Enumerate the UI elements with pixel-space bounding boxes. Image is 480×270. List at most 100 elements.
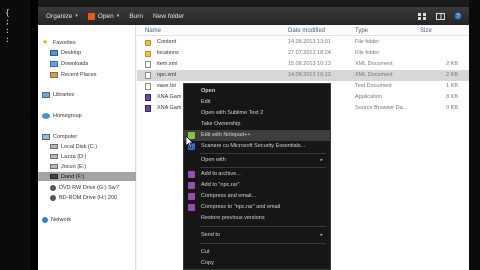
file-name: XNA Gam [157,94,182,100]
file-type: File folder [355,50,380,56]
nav-computer[interactable]: Computer [38,132,136,141]
nav-favorites-label: Favorites [53,39,76,46]
organize-button[interactable]: Organize ▾ [46,13,78,20]
nav-drive-h-label: BD-ROM Drive (H:) 200 [59,194,118,201]
nav-recent-label: Recent Places [61,71,97,78]
file-type: XML Document [355,61,393,67]
nav-recent-places[interactable]: Recent Places [38,70,136,79]
file-type: Text Document [355,83,392,89]
menu-scan[interactable]: Scanare cu Microsoft Security Essentials… [184,141,330,152]
file-row-selected[interactable]: npc.xml 14.08.2013 16:13 XML Document 2 … [137,70,469,81]
nav-drive-c[interactable]: Local Disk (C:) [38,142,136,151]
burn-label: Burn [129,12,144,20]
column-name[interactable]: Name [145,28,161,34]
menu-take-ownership-label: Take Ownership [201,121,241,127]
file-name: Content [157,39,177,45]
file-row[interactable]: locations 27.07.2013 18:24 File folder [137,48,469,59]
nav-drive-f-label: Dand (F:) [61,173,85,180]
menu-take-ownership[interactable]: Take Ownership [184,119,330,130]
recent-places-icon [50,71,58,78]
menu-separator [200,243,326,244]
menu-restore-label: Restore previous versions [201,215,265,221]
file-name: item.xml [157,61,178,67]
menu-edit[interactable]: Edit [184,97,330,108]
nav-desktop-label: Desktop [61,49,82,56]
preview-pane-icon [435,12,445,20]
explorer-window: Organize ▾ Open ▾ Burn New folder ? ★ Fa… [38,7,469,270]
preview-pane-button[interactable] [433,11,447,21]
file-type: Source Browser Da... [355,105,408,111]
column-size[interactable]: Size [420,28,432,34]
desktop-icon [50,49,58,56]
file-row[interactable]: Content 14.08.2013 13:01 File folder [137,37,469,48]
file-size: 2 KB [446,61,458,67]
text-file-icon [145,83,151,90]
nav-drive-g[interactable]: DVD RW Drive (G:) Sw? [38,183,136,192]
usb-drive-icon [50,174,58,179]
chevron-down-icon: ▾ [75,13,78,19]
menu-separator [200,167,326,168]
file-type: File folder [355,39,380,45]
office-icon [87,12,95,20]
nav-drive-h[interactable]: BD-ROM Drive (H:) 200 [38,193,136,202]
nav-drive-e-label: Jocuri (E:) [61,163,87,170]
file-name: save.txt [157,83,176,89]
nav-network[interactable]: Network [38,215,136,224]
column-date-modified[interactable]: Date modified [288,28,325,34]
menu-add-archive-label: Add to archive... [201,171,241,177]
burn-button[interactable]: Burn [129,13,143,20]
nav-network-label: Network [51,216,72,223]
nav-desktop[interactable]: Desktop [38,48,136,57]
file-size: 8 KB [446,94,458,100]
navigation-pane: ★ Favorites Desktop Downloads Recent Pla… [38,25,136,270]
menu-edit-notepad[interactable]: Edit with Notepad++ [184,130,330,141]
file-row[interactable]: item.xml 15.08.2013 16:13 XML Document 2… [137,59,469,70]
nav-homegroup-label: Homegroup [53,112,82,119]
nav-favorites[interactable]: ★ Favorites [38,38,136,47]
homegroup-icon [42,112,50,119]
nav-homegroup[interactable]: Homegroup [38,111,136,120]
file-date: 14.08.2013 16:13 [288,72,331,78]
menu-open-label: Open [201,88,216,94]
menu-add-rar[interactable]: Add to "npc.rar" [184,180,330,191]
column-type[interactable]: Type [355,28,368,34]
menu-restore-versions[interactable]: Restore previous versions [184,213,330,224]
file-name: locations [157,50,179,56]
nav-drive-e[interactable]: Jocuri (E:) [38,162,136,171]
menu-scan-label: Scanare cu Microsoft Security Essentials… [201,143,306,149]
nav-downloads[interactable]: Downloads [38,59,136,68]
bd-drive-icon [50,194,56,201]
nav-libraries[interactable]: Libraries [38,90,136,99]
menu-open[interactable]: Open [184,86,330,97]
organize-label: Organize [46,12,73,20]
file-date: 27.07.2013 18:24 [288,50,331,56]
file-name: npc.xml [157,72,176,78]
open-button[interactable]: Open ▾ [87,12,119,20]
view-options-button[interactable] [415,11,429,21]
menu-compress-rar-email[interactable]: Compress to "npc.rar" and email [184,202,330,213]
file-type: Application [355,94,382,100]
application-icon [145,94,151,101]
nav-drive-f[interactable]: Dand (F:) [38,172,136,181]
menu-open-sublime[interactable]: Open with Sublime Text 2 [184,108,330,119]
menu-open-sublime-label: Open with Sublime Text 2 [201,110,264,116]
file-date: 14.08.2013 13:01 [288,39,331,45]
menu-open-with[interactable]: Open with ▸ [184,155,330,166]
menu-add-archive[interactable]: Add to archive... [184,169,330,180]
source-browser-icon [145,105,151,112]
column-headers: Name Date modified Type Size [137,25,469,36]
code-glyph: { ; : : [5,8,10,44]
file-date: 15.08.2013 16:13 [288,61,331,67]
menu-compress-email[interactable]: Compress and email... [184,191,330,202]
menu-cut[interactable]: Cut [184,247,330,258]
editor-edge: { ; : : [0,0,30,270]
menu-edit-notepad-label: Edit with Notepad++ [201,132,251,138]
new-folder-button[interactable]: New folder [153,13,184,20]
nav-drive-d[interactable]: Lazza (D:) [38,152,136,161]
menu-copy[interactable]: Copy [184,258,330,269]
nav-drive-d-label: Lazza (D:) [61,153,87,160]
chevron-right-icon: ▸ [320,232,323,238]
view-controls: ? [415,7,469,25]
help-button[interactable]: ? [451,11,465,21]
menu-send-to[interactable]: Send to ▸ [184,230,330,241]
